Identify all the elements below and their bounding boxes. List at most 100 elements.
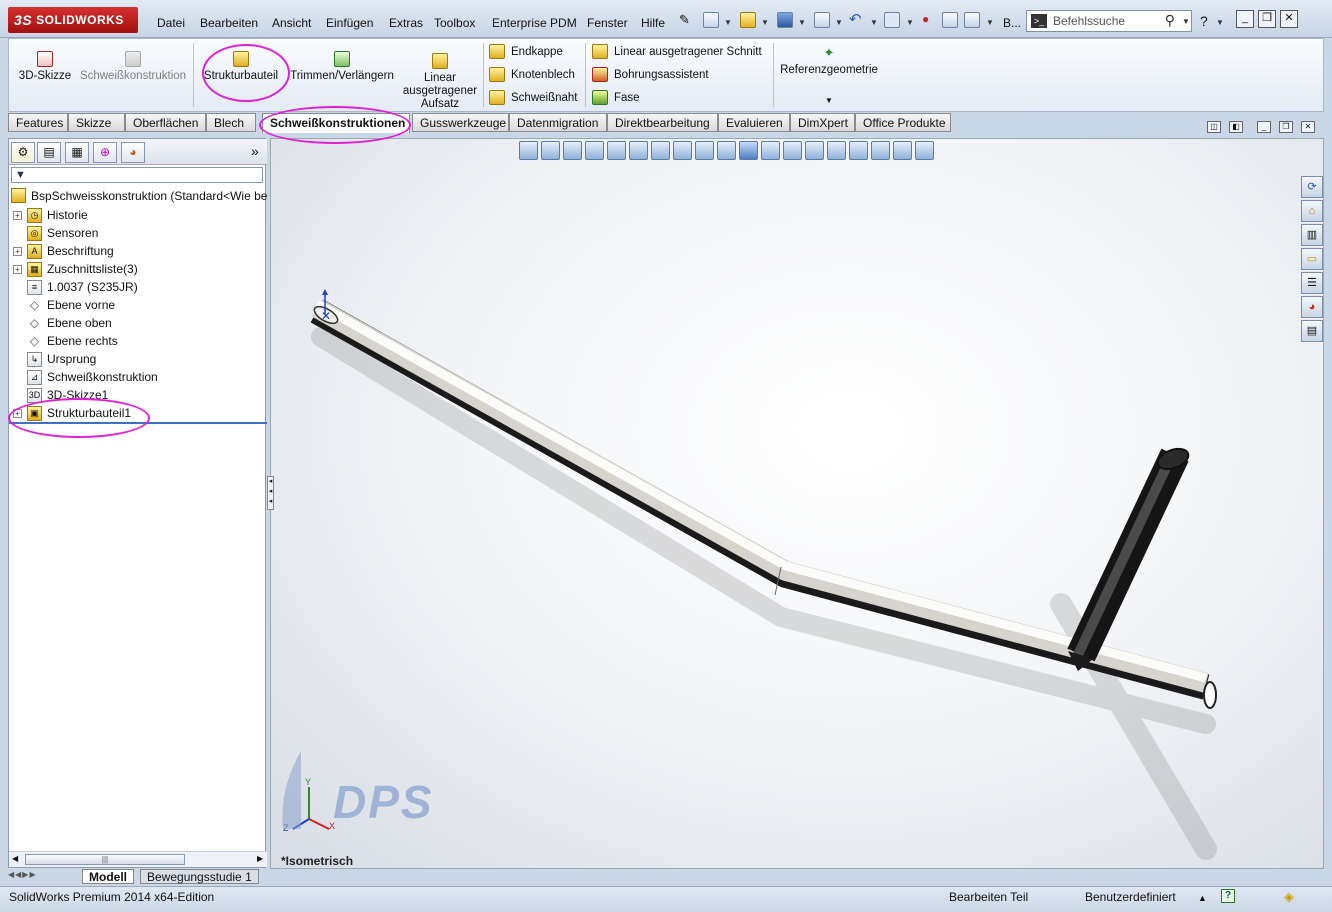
feature-manager-icon[interactable]: ⚙	[11, 142, 35, 163]
undo-icon[interactable]: ↶	[849, 10, 865, 28]
scrollbar-thumb[interactable]: |||	[25, 854, 185, 865]
tree-node[interactable]: ≡ 1.0037 (S235JR)	[13, 278, 138, 296]
tab-oberflaechen[interactable]: Oberflächen	[125, 113, 206, 132]
tree-node[interactable]: ◎ Sensoren	[13, 224, 98, 242]
search-icon[interactable]: ⚲	[1165, 12, 1175, 29]
expand-icon[interactable]: +	[13, 210, 22, 220]
chevron-up-icon[interactable]: ▲	[1198, 893, 1207, 903]
tab-bewegungsstudie[interactable]: Bewegungsstudie 1	[140, 869, 259, 884]
solidworks-resources-icon[interactable]: ⟳	[1301, 176, 1323, 198]
menu-enterprise-pdm[interactable]: Enterprise PDM	[492, 16, 577, 30]
pane-splitter-handle[interactable]: ◂ ◂ ◂	[267, 476, 274, 510]
tree-node[interactable]: ◇ Ebene rechts	[13, 332, 118, 350]
home-icon[interactable]: ⌂	[1301, 200, 1323, 222]
configuration-manager-icon[interactable]: ▦	[65, 142, 89, 163]
display-manager-icon[interactable]: ◕	[121, 142, 145, 163]
tab-gusswerkzeuge[interactable]: Gusswerkzeuge	[412, 113, 509, 132]
tree-node[interactable]: + ◷ Historie	[13, 206, 88, 224]
menu-extras[interactable]: Extras	[389, 16, 423, 30]
traffic-light-icon[interactable]: ●	[922, 12, 938, 28]
menu-einfuegen[interactable]: Einfügen	[326, 16, 373, 30]
design-library-icon[interactable]: ▥	[1301, 224, 1323, 246]
gusset-button[interactable]: Knotenblech	[489, 67, 575, 82]
unit-system-status[interactable]: Benutzerdefiniert	[1085, 890, 1176, 904]
solidworks-logo[interactable]: 3S SOLIDWORKS	[8, 7, 138, 33]
chevron-down-icon[interactable]: ▼	[986, 18, 994, 27]
expand-icon[interactable]: +	[13, 408, 22, 418]
expand-icon[interactable]: +	[13, 264, 22, 274]
chevron-down-icon[interactable]: ▼	[798, 18, 806, 27]
minimize-icon[interactable]: _	[1236, 10, 1254, 28]
reference-geometry-button[interactable]: ✦ Referenzgeometrie ▼	[777, 45, 881, 107]
view-palette-icon[interactable]: ☰	[1301, 272, 1323, 294]
scroll-right-icon[interactable]: ▶	[257, 854, 263, 863]
file-properties-icon[interactable]	[942, 12, 958, 28]
close-icon[interactable]: ✕	[1280, 10, 1298, 28]
open-folder-icon[interactable]	[740, 12, 756, 28]
scroll-left-icon[interactable]: ◀	[12, 854, 18, 863]
chevron-down-icon[interactable]: ▼	[1182, 17, 1190, 26]
hole-wizard-button[interactable]: Bohrungsassistent	[592, 67, 709, 82]
pin-icon[interactable]: ✎	[679, 12, 695, 28]
chevron-down-icon[interactable]: ▼	[906, 18, 914, 27]
view-minimize-icon[interactable]: _	[1257, 121, 1271, 133]
linear-cut-button[interactable]: Linear ausgetragener Schnitt	[592, 44, 762, 59]
sketch3d-button[interactable]: 3D-Skizze	[17, 51, 73, 83]
command-search-input[interactable]: >_ Befehlssuche ⚲	[1026, 10, 1192, 32]
tree-filter-input[interactable]: ▼	[11, 167, 263, 183]
menu-ansicht[interactable]: Ansicht	[272, 16, 311, 30]
linear-boss-button[interactable]: Linear ausgetragener Aufsatz	[399, 53, 481, 111]
tab-modell[interactable]: Modell	[82, 869, 134, 884]
view-close-icon[interactable]: ✕	[1301, 121, 1315, 133]
graphics-area[interactable]: ◫ ◧ _ ❐ ✕ ✕ Y X DPS *Isometrisch ⟳ ⌂ ▥ ▭…	[270, 121, 1324, 869]
tab-skizze[interactable]: Skizze	[68, 113, 125, 132]
structural-member-dark-tube[interactable]	[1067, 445, 1191, 671]
view-restore-icon[interactable]: ❐	[1279, 121, 1293, 133]
structural-member-button[interactable]: Strukturbauteil	[199, 51, 283, 83]
rollback-bar[interactable]	[9, 422, 267, 424]
tree-node[interactable]: + A Beschriftung	[13, 242, 114, 260]
tab-evaluieren[interactable]: Evaluieren	[718, 113, 790, 132]
new-document-icon[interactable]	[703, 12, 719, 28]
view-tile-icon[interactable]: ◫	[1207, 121, 1221, 133]
quick-tips-icon[interactable]: ?	[1221, 889, 1235, 903]
chevron-down-icon[interactable]: ▼	[870, 18, 878, 27]
expand-pane-icon[interactable]: »	[251, 143, 259, 159]
file-explorer-icon[interactable]: ▭	[1301, 248, 1323, 270]
menu-datei[interactable]: Datei	[157, 16, 185, 30]
tree-node[interactable]: ◇ Ebene oben	[13, 314, 112, 332]
tree-root-part[interactable]: BspSchweisskonstruktion (Standard<Wie be	[11, 188, 267, 203]
print-icon[interactable]	[814, 12, 830, 28]
chevron-down-icon[interactable]: ▼	[835, 18, 843, 27]
weld-bead-button[interactable]: Schweißnaht	[489, 90, 577, 105]
weldment-button[interactable]: Schweißkonstruktion	[77, 51, 189, 83]
chevron-down-icon[interactable]: ▼	[1216, 18, 1224, 27]
tree-node[interactable]: + ▦ Zuschnittsliste(3)	[13, 260, 138, 278]
save-icon[interactable]	[777, 12, 793, 28]
tree-node[interactable]: ↳ Ursprung	[13, 350, 96, 368]
tab-blech[interactable]: Blech	[206, 113, 256, 132]
menu-fenster[interactable]: Fenster	[587, 16, 628, 30]
tab-nav-arrows-icon[interactable]: ◀◀▶▶	[8, 870, 37, 879]
tree-horizontal-scrollbar[interactable]: ◀ ||| ▶	[9, 851, 267, 867]
menu-bearbeiten[interactable]: Bearbeiten	[200, 16, 258, 30]
select-cursor-icon[interactable]	[884, 12, 900, 28]
property-manager-icon[interactable]: ▤	[37, 142, 61, 163]
tree-node[interactable]: ⊿ Schweißkonstruktion	[13, 368, 158, 386]
tab-datenmigration[interactable]: Datenmigration	[509, 113, 607, 132]
tab-schweisskonstruktionen[interactable]: Schweißkonstruktionen	[262, 113, 410, 133]
trim-extend-button[interactable]: Trimmen/Verlängern	[287, 51, 397, 83]
view-tile2-icon[interactable]: ◧	[1229, 121, 1243, 133]
tree-node[interactable]: + ▣ Strukturbauteil1	[13, 404, 131, 422]
help-button[interactable]: ?	[1200, 13, 1208, 29]
appearances-icon[interactable]: ◕	[1301, 296, 1323, 318]
tree-node[interactable]: 3D 3D-Skizze1	[13, 386, 108, 404]
tag-icon[interactable]: ◈	[1284, 889, 1294, 905]
tab-office-produkte[interactable]: Office Produkte	[855, 113, 951, 132]
menu-hilfe[interactable]: Hilfe	[641, 16, 665, 30]
tab-direktbearbeitung[interactable]: Direktbearbeitung	[607, 113, 718, 132]
restore-icon[interactable]: ❐	[1258, 10, 1276, 28]
chevron-down-icon[interactable]: ▼	[724, 18, 732, 27]
chevron-down-icon[interactable]: ▼	[761, 18, 769, 27]
tab-dimxpert[interactable]: DimXpert	[790, 113, 855, 132]
